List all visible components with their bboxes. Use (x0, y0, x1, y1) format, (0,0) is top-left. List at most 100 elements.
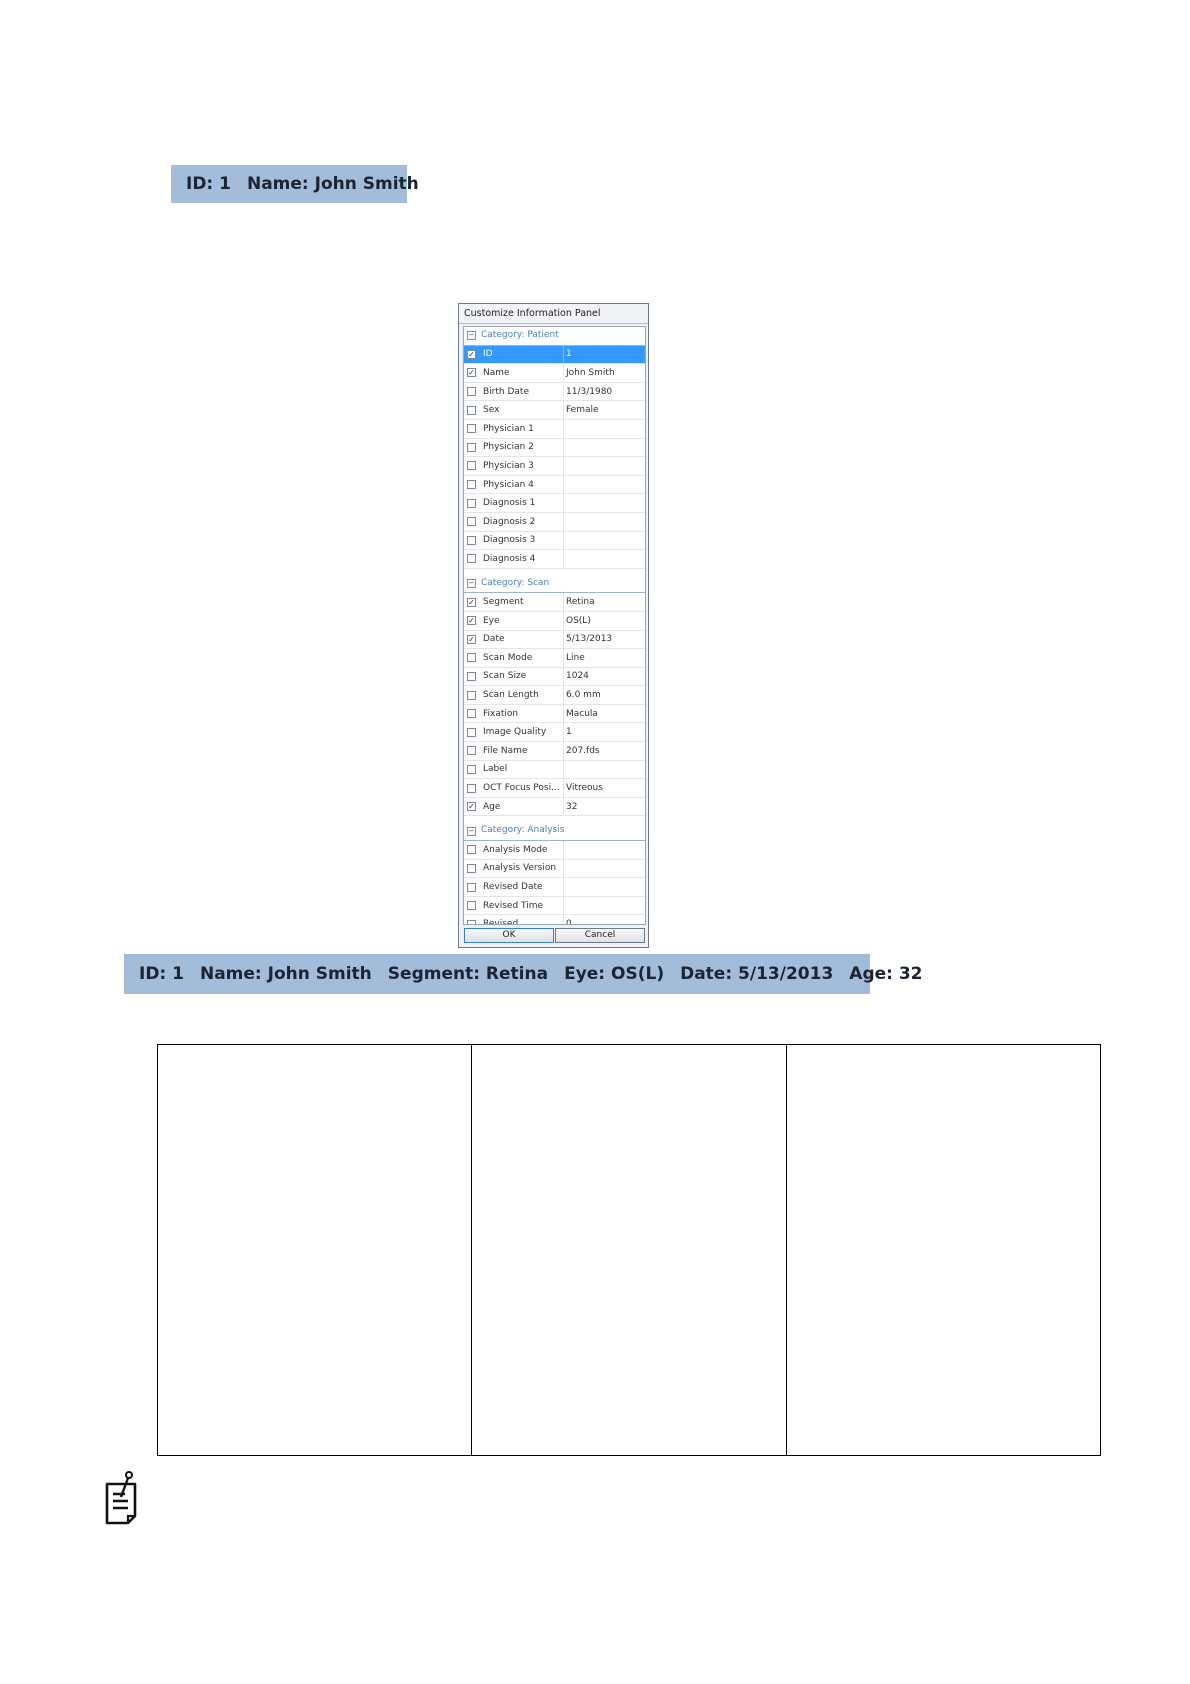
property-label: Scan Size (483, 671, 527, 682)
collapse-icon[interactable]: − (467, 579, 476, 589)
table-cell (158, 1045, 473, 1455)
checkbox[interactable]: ✓ (467, 368, 476, 378)
dialog-title: Customize Information Panel (459, 304, 648, 324)
info-field: Name: John Smith (199, 964, 372, 984)
checkbox[interactable] (467, 746, 476, 756)
property-label: Physician 2 (483, 442, 534, 453)
property-row[interactable]: Revised Time (464, 896, 645, 916)
checkbox[interactable]: ✓ (467, 597, 476, 607)
checkbox[interactable]: ✓ (467, 634, 476, 644)
checkbox[interactable] (467, 535, 476, 545)
property-label: Name (483, 367, 510, 378)
info-bar-preview: ID: 1 Name: John Smith (171, 165, 419, 203)
property-row[interactable]: Scan Size 1024 (464, 667, 645, 687)
property-label: Analysis Mode (483, 844, 548, 855)
checkbox[interactable] (467, 387, 476, 397)
category-header[interactable]: − Category: Analysis (464, 822, 645, 842)
property-row[interactable]: Scan Mode Line (464, 649, 645, 668)
property-row[interactable]: Physician 2 (464, 438, 645, 458)
info-field: Eye: OS(L) (564, 964, 665, 984)
checkbox[interactable] (467, 554, 476, 564)
checkbox[interactable]: ✓ (467, 349, 476, 359)
property-row[interactable]: Physician 1 (464, 419, 645, 439)
property-value: Line (563, 649, 645, 667)
property-row[interactable]: Scan Length 6.0 mm (464, 686, 645, 705)
property-row[interactable]: OCT Focus Posi... Vitreous (464, 779, 645, 798)
checkbox[interactable] (467, 498, 476, 508)
category-label: Category: Scan (481, 577, 550, 588)
property-row[interactable]: Physician 3 (464, 457, 645, 476)
checkbox[interactable]: ✓ (467, 802, 476, 812)
property-row[interactable]: ✓ Eye OS(L) (464, 611, 645, 631)
category-header[interactable]: − Category: Patient (464, 327, 645, 346)
checkbox[interactable] (467, 671, 476, 681)
property-value (563, 419, 645, 438)
property-row[interactable]: File Name 207.fds (464, 742, 645, 761)
property-label: Physician 3 (483, 460, 534, 471)
property-row[interactable]: ✓ Name John Smith (464, 364, 645, 383)
property-row[interactable]: Revised 0 (464, 915, 645, 924)
property-row[interactable]: Diagnosis 1 (464, 494, 645, 513)
property-row[interactable]: Fixation Macula (464, 704, 645, 724)
property-label: Eye (483, 615, 500, 626)
cancel-button[interactable]: Cancel (555, 928, 645, 943)
property-row[interactable]: Analysis Version (464, 859, 645, 879)
category-label: Category: Patient (481, 330, 559, 340)
property-row[interactable]: Revised Date (464, 878, 645, 897)
checkbox[interactable] (467, 882, 476, 892)
property-label: Diagnosis 2 (483, 516, 536, 527)
checkbox[interactable] (467, 424, 476, 434)
property-value: John Smith (563, 364, 645, 382)
property-value (563, 531, 645, 550)
collapse-icon[interactable]: − (467, 331, 476, 341)
checkbox[interactable] (467, 517, 476, 527)
checkbox[interactable] (467, 863, 476, 873)
property-row[interactable]: ✓ Age 32 (464, 797, 645, 817)
property-row[interactable]: Sex Female (464, 401, 645, 420)
property-row[interactable]: Diagnosis 4 (464, 550, 645, 569)
checkbox[interactable] (467, 901, 476, 911)
property-value: 11/3/1980 (563, 382, 645, 401)
property-value (563, 841, 645, 859)
property-value: 1024 (563, 667, 645, 686)
checkbox[interactable] (467, 690, 476, 700)
category-header[interactable]: − Category: Scan (464, 575, 645, 594)
property-row[interactable]: ✓ ID 1 (464, 345, 645, 365)
property-row[interactable]: ✓ Segment Retina (464, 593, 645, 612)
property-row[interactable]: Analysis Mode (464, 841, 645, 860)
checkbox[interactable] (467, 783, 476, 793)
checkbox[interactable] (467, 405, 476, 415)
property-label: Age (483, 801, 501, 812)
info-field: ID: 1 (139, 964, 184, 984)
ok-button[interactable]: OK (464, 928, 554, 943)
checkbox[interactable] (467, 653, 476, 663)
property-label: Physician 4 (483, 479, 534, 490)
checkbox[interactable] (467, 764, 476, 774)
checkbox[interactable] (467, 480, 476, 490)
property-value (563, 550, 645, 568)
checkbox[interactable] (467, 709, 476, 719)
property-row[interactable]: Diagnosis 3 (464, 531, 645, 551)
property-list[interactable]: − Category: Patient ✓ ID 1 ✓ Name John Smith Bir… (463, 326, 646, 925)
empty-table (157, 1044, 1101, 1456)
property-label: ID (483, 349, 493, 360)
checkbox[interactable] (467, 845, 476, 855)
property-label: Analysis Version (483, 863, 557, 874)
property-row[interactable]: Birth Date 11/3/1980 (464, 382, 645, 402)
property-label: Date (483, 634, 505, 645)
property-value: 207.fds (563, 742, 645, 760)
checkbox[interactable]: ✓ (467, 616, 476, 626)
property-row[interactable]: Label (464, 760, 645, 780)
property-row[interactable]: ✓ Date 5/13/2013 (464, 630, 645, 650)
property-row[interactable]: Physician 4 (464, 475, 645, 495)
checkbox[interactable] (467, 442, 476, 452)
checkbox[interactable] (467, 727, 476, 737)
property-value: OS(L) (563, 611, 645, 630)
collapse-icon[interactable]: − (467, 826, 476, 836)
property-value (563, 859, 645, 878)
property-value: Vitreous (563, 779, 645, 797)
property-row[interactable]: Diagnosis 2 (464, 512, 645, 532)
property-row[interactable]: Image Quality 1 (464, 723, 645, 743)
checkbox[interactable] (467, 461, 476, 471)
checkbox[interactable] (467, 919, 476, 924)
